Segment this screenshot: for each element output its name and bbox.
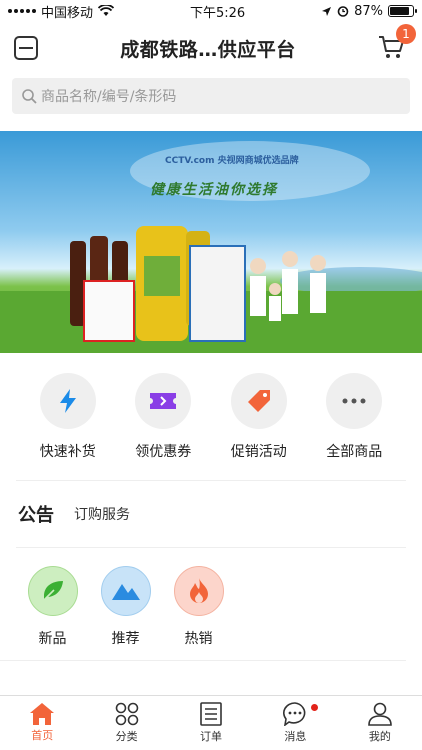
leaf-icon xyxy=(42,581,63,601)
tab-home[interactable]: 首页 xyxy=(0,696,84,750)
category-label: 热销 xyxy=(184,631,213,647)
tab-label: 我的 xyxy=(368,730,391,743)
tab-orders[interactable]: 订单 xyxy=(169,696,253,750)
bottom-tab-bar: 首页 分类 订单 消息 我的 xyxy=(0,695,422,750)
order-icon xyxy=(200,702,222,726)
announcement-heading: 公告 xyxy=(18,505,54,526)
cart-count-badge: 1 xyxy=(395,24,416,44)
mountain-icon xyxy=(111,584,140,600)
clock: 下午5:26 xyxy=(189,5,246,21)
signal-icon xyxy=(8,9,36,13)
search-input[interactable]: 商品名称/编号/条形码 xyxy=(12,78,410,114)
promotions-circle xyxy=(230,373,287,429)
search-icon xyxy=(22,88,37,104)
new-products-button[interactable]: 新品 xyxy=(16,566,89,660)
promotions-button[interactable]: 促销活动 xyxy=(214,373,304,480)
message-icon xyxy=(283,702,306,726)
tab-label: 订单 xyxy=(200,730,223,743)
hot-sales-button[interactable]: 热销 xyxy=(162,566,235,660)
quick-action-label: 领优惠券 xyxy=(135,444,192,460)
category-label: 新品 xyxy=(38,631,67,647)
announcement-text[interactable]: 订购服务 xyxy=(74,504,130,524)
top-nav: 成都铁路…供应平台 1 xyxy=(0,22,422,74)
banner-slogan: 健康生活油你选择 xyxy=(150,182,278,198)
battery-percent: 87% xyxy=(354,3,383,19)
tab-profile[interactable]: 我的 xyxy=(338,696,422,750)
get-coupon-circle xyxy=(135,373,192,429)
tab-label: 消息 xyxy=(284,730,307,743)
announcement-bar[interactable]: 公告 订购服务 xyxy=(16,481,406,548)
cart-button[interactable]: 1 xyxy=(378,24,416,62)
battery-icon xyxy=(388,5,417,17)
recommended-circle xyxy=(100,566,151,616)
get-coupon-button[interactable]: 领优惠券 xyxy=(118,373,208,480)
home-icon xyxy=(30,703,55,725)
tab-label: 分类 xyxy=(115,730,138,743)
tab-category[interactable]: 分类 xyxy=(84,696,168,750)
quick-action-label: 快速补货 xyxy=(39,444,96,460)
tab-messages[interactable]: 消息 xyxy=(253,696,337,750)
ticket-icon xyxy=(150,393,177,409)
quick-restock-circle xyxy=(39,373,96,429)
carrier-label: 中国移动 xyxy=(41,5,94,21)
quick-actions: 快速补货 领优惠券 促销活动 全部商品 xyxy=(16,353,406,481)
recommended-button[interactable]: 推荐 xyxy=(89,566,162,660)
wifi-icon xyxy=(98,5,115,16)
lightning-icon xyxy=(59,389,76,413)
more-icon xyxy=(342,398,366,404)
all-products-circle xyxy=(326,373,383,429)
user-icon xyxy=(368,702,392,726)
quick-action-label: 促销活动 xyxy=(230,444,287,460)
status-bar: 中国移动 下午5:26 87% xyxy=(0,0,422,22)
search-placeholder: 商品名称/编号/条形码 xyxy=(41,89,177,105)
category-icon xyxy=(115,702,138,726)
location-icon xyxy=(322,6,332,16)
banner-brand: CCTV.com 央视网商城优选品牌 xyxy=(165,156,299,166)
page-title: 成都铁路…供应平台 xyxy=(120,38,296,61)
scan-icon[interactable] xyxy=(14,36,38,60)
all-products-button[interactable]: 全部商品 xyxy=(309,373,399,480)
alarm-icon xyxy=(337,6,349,17)
quick-restock-button[interactable]: 快速补货 xyxy=(23,373,113,480)
new-products-circle xyxy=(27,566,78,616)
category-label: 推荐 xyxy=(111,631,140,647)
promo-banner[interactable]: CCTV.com 央视网商城优选品牌 健康生活油你选择 xyxy=(0,131,422,353)
tag-icon xyxy=(247,390,270,412)
category-shortcuts: 新品 推荐 热销 xyxy=(0,548,406,661)
flame-icon xyxy=(189,578,208,603)
hot-sales-circle xyxy=(173,566,224,616)
tab-label: 首页 xyxy=(31,729,54,742)
unread-dot xyxy=(311,704,319,711)
quick-action-label: 全部商品 xyxy=(326,444,383,460)
